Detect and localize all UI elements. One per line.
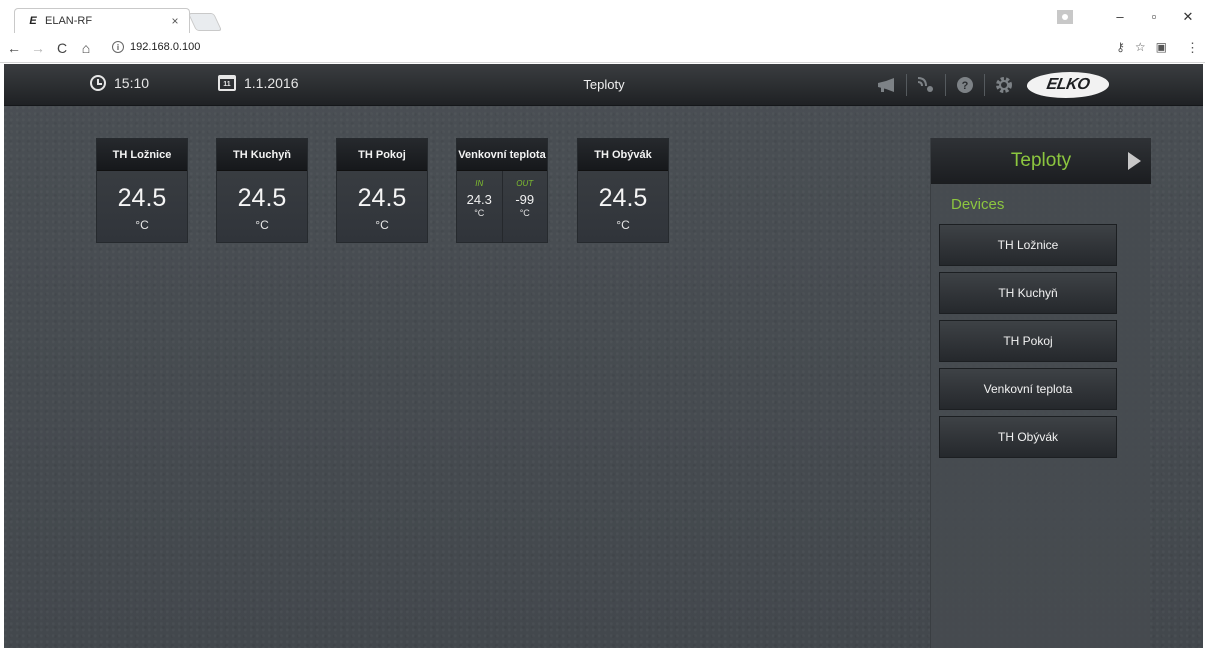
home-icon[interactable]: ⌂: [76, 36, 96, 60]
settings-icon[interactable]: [991, 74, 1017, 96]
elko-logo: ELKO: [1024, 72, 1112, 98]
in-column: IN 24.3 °C: [457, 171, 502, 243]
back-icon[interactable]: ←: [4, 36, 24, 60]
tile-title: TH Obývák: [578, 139, 668, 171]
section-label: Devices: [951, 196, 1005, 213]
page-title: Teploty: [583, 77, 625, 92]
temperature-value: 24.5: [117, 184, 167, 212]
device-button[interactable]: TH Ložnice: [939, 224, 1117, 266]
in-unit: °C: [474, 208, 485, 218]
url-text[interactable]: 192.168.0.100: [130, 41, 1116, 53]
forward-icon[interactable]: →: [28, 36, 48, 60]
header-separator: [906, 74, 907, 96]
tile-title: TH Pokoj: [337, 139, 427, 171]
temperature-unit: °C: [616, 218, 630, 232]
bookmark-star-icon[interactable]: ☆: [1135, 40, 1146, 54]
device-button[interactable]: TH Pokoj: [939, 320, 1117, 362]
clock-icon: [90, 75, 106, 91]
device-button[interactable]: TH Obývák: [939, 416, 1117, 458]
address-bar[interactable]: i 192.168.0.100 ⚷ ☆ ▣: [112, 36, 1167, 58]
header-icons: ? ELKO: [874, 72, 1112, 98]
elko-favicon-icon: E: [29, 15, 37, 27]
temperature-value: 24.5: [598, 184, 648, 212]
key-icon[interactable]: ⚷: [1116, 40, 1125, 54]
tab-close-icon[interactable]: ×: [167, 13, 183, 29]
collapse-arrow-icon[interactable]: [1128, 152, 1141, 170]
temperature-value: 24.5: [357, 184, 407, 212]
thermostat-tile[interactable]: TH Pokoj 24.5 °C: [336, 138, 428, 243]
temperature-unit: °C: [255, 218, 269, 232]
out-column: OUT -99 °C: [501, 171, 548, 243]
tile-title: Venkovní teplota: [457, 139, 547, 171]
info-icon[interactable]: i: [112, 41, 124, 53]
browser-tab[interactable]: E ELAN-RF ×: [14, 8, 190, 33]
megaphone-icon[interactable]: [874, 74, 900, 96]
tile-title: TH Kuchyň: [217, 139, 307, 171]
header-separator: [984, 74, 985, 96]
profile-icon[interactable]: [1057, 9, 1073, 24]
satellite-icon[interactable]: [913, 74, 939, 96]
minimize-button[interactable]: –: [1103, 0, 1137, 33]
thermostat-tile[interactable]: TH Ložnice 24.5 °C: [96, 138, 188, 243]
header-date: 11 1.1.2016: [218, 75, 299, 91]
temperature-unit: °C: [135, 218, 149, 232]
window-controls: – ▫ ✕: [1057, 0, 1205, 33]
app-header: 15:10 11 1.1.2016 Teploty ? ELKO: [4, 64, 1203, 106]
in-value: 24.3: [466, 192, 492, 207]
out-value: -99: [515, 192, 535, 207]
restore-button[interactable]: ▫: [1137, 0, 1171, 33]
svg-text:?: ?: [962, 80, 969, 92]
close-window-button[interactable]: ✕: [1171, 0, 1205, 33]
temperature-value: 24.5: [237, 184, 287, 212]
calendar-icon: 11: [218, 75, 236, 91]
browser-toolbar: ← → C ⌂ i 192.168.0.100 ⚷ ☆ ▣ ⋮: [0, 33, 1205, 63]
in-label: IN: [475, 179, 484, 188]
extension-icon[interactable]: ▣: [1156, 40, 1167, 54]
new-tab-button[interactable]: [187, 13, 223, 31]
side-panel: Teploty Devices TH Ložnice TH Kuchyň TH …: [930, 138, 1151, 648]
date-text: 1.1.2016: [244, 75, 299, 91]
tile-title: TH Ložnice: [97, 139, 187, 171]
side-panel-header[interactable]: Teploty: [931, 138, 1151, 184]
header-separator: [945, 74, 946, 96]
reload-icon[interactable]: C: [52, 36, 72, 60]
time-text: 15:10: [114, 75, 150, 91]
temperature-unit: °C: [375, 218, 389, 232]
thermostat-tile[interactable]: TH Kuchyň 24.5 °C: [216, 138, 308, 243]
device-button[interactable]: Venkovní teplota: [939, 368, 1117, 410]
browser-menu-icon[interactable]: ⋮: [1186, 40, 1199, 56]
side-panel-title: Teploty: [1010, 150, 1072, 171]
out-label: OUT: [516, 179, 534, 188]
out-unit: °C: [519, 208, 530, 218]
thermostat-tile[interactable]: TH Obývák 24.5 °C: [577, 138, 669, 243]
tab-title: ELAN-RF: [45, 15, 93, 27]
device-button[interactable]: TH Kuchyň: [939, 272, 1117, 314]
outdoor-temperature-tile[interactable]: Venkovní teplota IN 24.3 °C OUT -99 °C: [456, 138, 548, 243]
header-time: 15:10: [90, 75, 149, 91]
help-icon[interactable]: ?: [952, 74, 978, 96]
app-area: 15:10 11 1.1.2016 Teploty ? ELKO TH Ložn…: [4, 64, 1203, 648]
browser-tabbar: E ELAN-RF × – ▫ ✕: [0, 0, 1205, 33]
in-out-split: IN 24.3 °C OUT -99 °C: [457, 171, 547, 243]
